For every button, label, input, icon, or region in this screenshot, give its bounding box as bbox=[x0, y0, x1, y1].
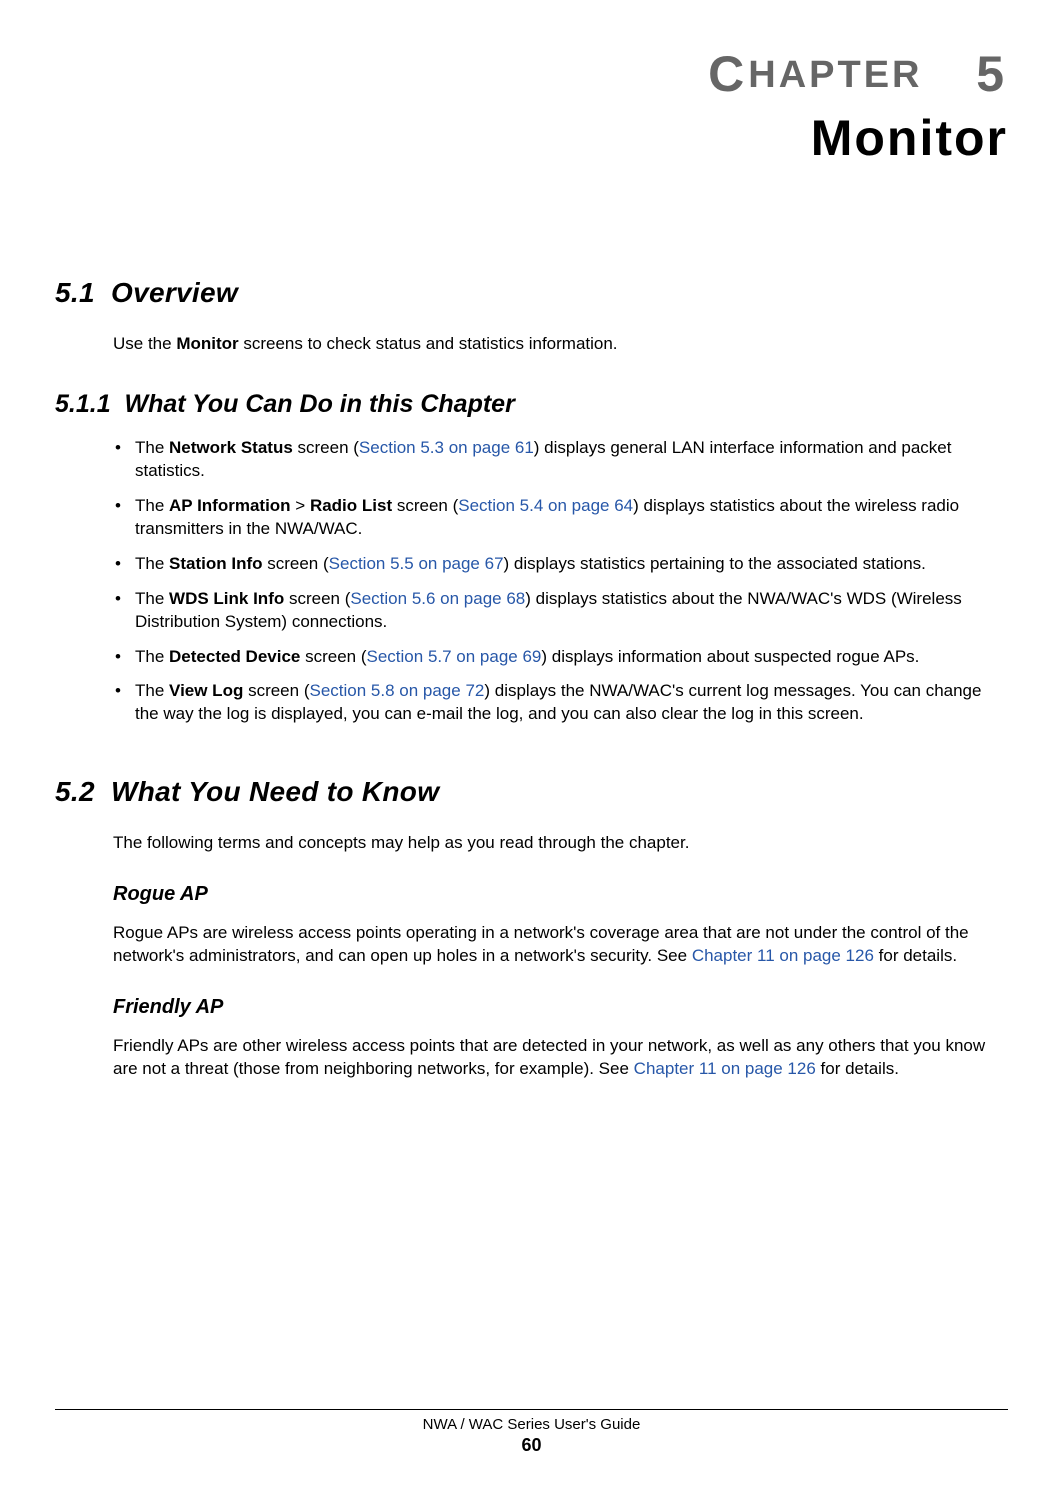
friendly-ap-paragraph: Friendly APs are other wireless access p… bbox=[113, 1035, 1008, 1081]
term-heading-friendly-ap: Friendly AP bbox=[113, 996, 1008, 1019]
page-footer: NWA / WAC Series User's Guide 60 bbox=[0, 1409, 1063, 1456]
xref-link[interactable]: Chapter 11 on page 126 bbox=[692, 946, 874, 965]
subsection-heading-whatyoucando: 5.1.1 What You Can Do in this Chapter bbox=[55, 390, 1008, 419]
bullet-list: The Network Status screen (Section 5.3 o… bbox=[113, 437, 1008, 726]
xref-link[interactable]: Section 5.6 on page 68 bbox=[350, 589, 525, 608]
rogue-ap-paragraph: Rogue APs are wireless access points ope… bbox=[113, 922, 1008, 968]
section-num: 5.2 bbox=[55, 776, 95, 807]
footer-rule bbox=[55, 1409, 1008, 1410]
needtoknow-intro: The following terms and concepts may hel… bbox=[113, 832, 1008, 855]
subsection-title: What You Can Do in this Chapter bbox=[125, 390, 515, 418]
section-heading-needtoknow: 5.2 What You Need to Know bbox=[55, 776, 1008, 808]
list-item: The Detected Device screen (Section 5.7 … bbox=[113, 646, 1008, 669]
overview-paragraph: Use the Monitor screens to check status … bbox=[113, 333, 1008, 356]
footer-title: NWA / WAC Series User's Guide bbox=[0, 1416, 1063, 1433]
page: CHAPTER 5 Monitor 5.1 Overview Use the M… bbox=[0, 0, 1063, 1492]
subsection-num: 5.1.1 bbox=[55, 390, 111, 418]
xref-link[interactable]: Section 5.5 on page 67 bbox=[329, 554, 504, 573]
chapter-label: CHAPTER 5 bbox=[55, 45, 1008, 103]
list-item: The AP Information > Radio List screen (… bbox=[113, 495, 1008, 541]
chapter-word-rest: HAPTER bbox=[748, 54, 922, 96]
chapter-word-initialcap: C bbox=[708, 46, 748, 102]
section-num: 5.1 bbox=[55, 277, 95, 308]
xref-link[interactable]: Section 5.4 on page 64 bbox=[458, 496, 633, 515]
footer-page-number: 60 bbox=[0, 1435, 1063, 1456]
xref-link[interactable]: Section 5.7 on page 69 bbox=[367, 647, 542, 666]
xref-link[interactable]: Section 5.3 on page 61 bbox=[359, 438, 534, 457]
chapter-number: 5 bbox=[976, 46, 1008, 102]
xref-link[interactable]: Section 5.8 on page 72 bbox=[309, 681, 484, 700]
section-title: What You Need to Know bbox=[111, 776, 439, 807]
list-item: The Network Status screen (Section 5.3 o… bbox=[113, 437, 1008, 483]
list-item: The WDS Link Info screen (Section 5.6 on… bbox=[113, 588, 1008, 634]
chapter-title: Monitor bbox=[55, 109, 1008, 167]
overview-bold: Monitor bbox=[176, 334, 238, 353]
list-item: The View Log screen (Section 5.8 on page… bbox=[113, 680, 1008, 726]
list-item: The Station Info screen (Section 5.5 on … bbox=[113, 553, 1008, 576]
xref-link[interactable]: Chapter 11 on page 126 bbox=[634, 1059, 816, 1078]
term-heading-rogue-ap: Rogue AP bbox=[113, 883, 1008, 906]
section-heading-overview: 5.1 Overview bbox=[55, 277, 1008, 309]
section-title: Overview bbox=[111, 277, 238, 308]
